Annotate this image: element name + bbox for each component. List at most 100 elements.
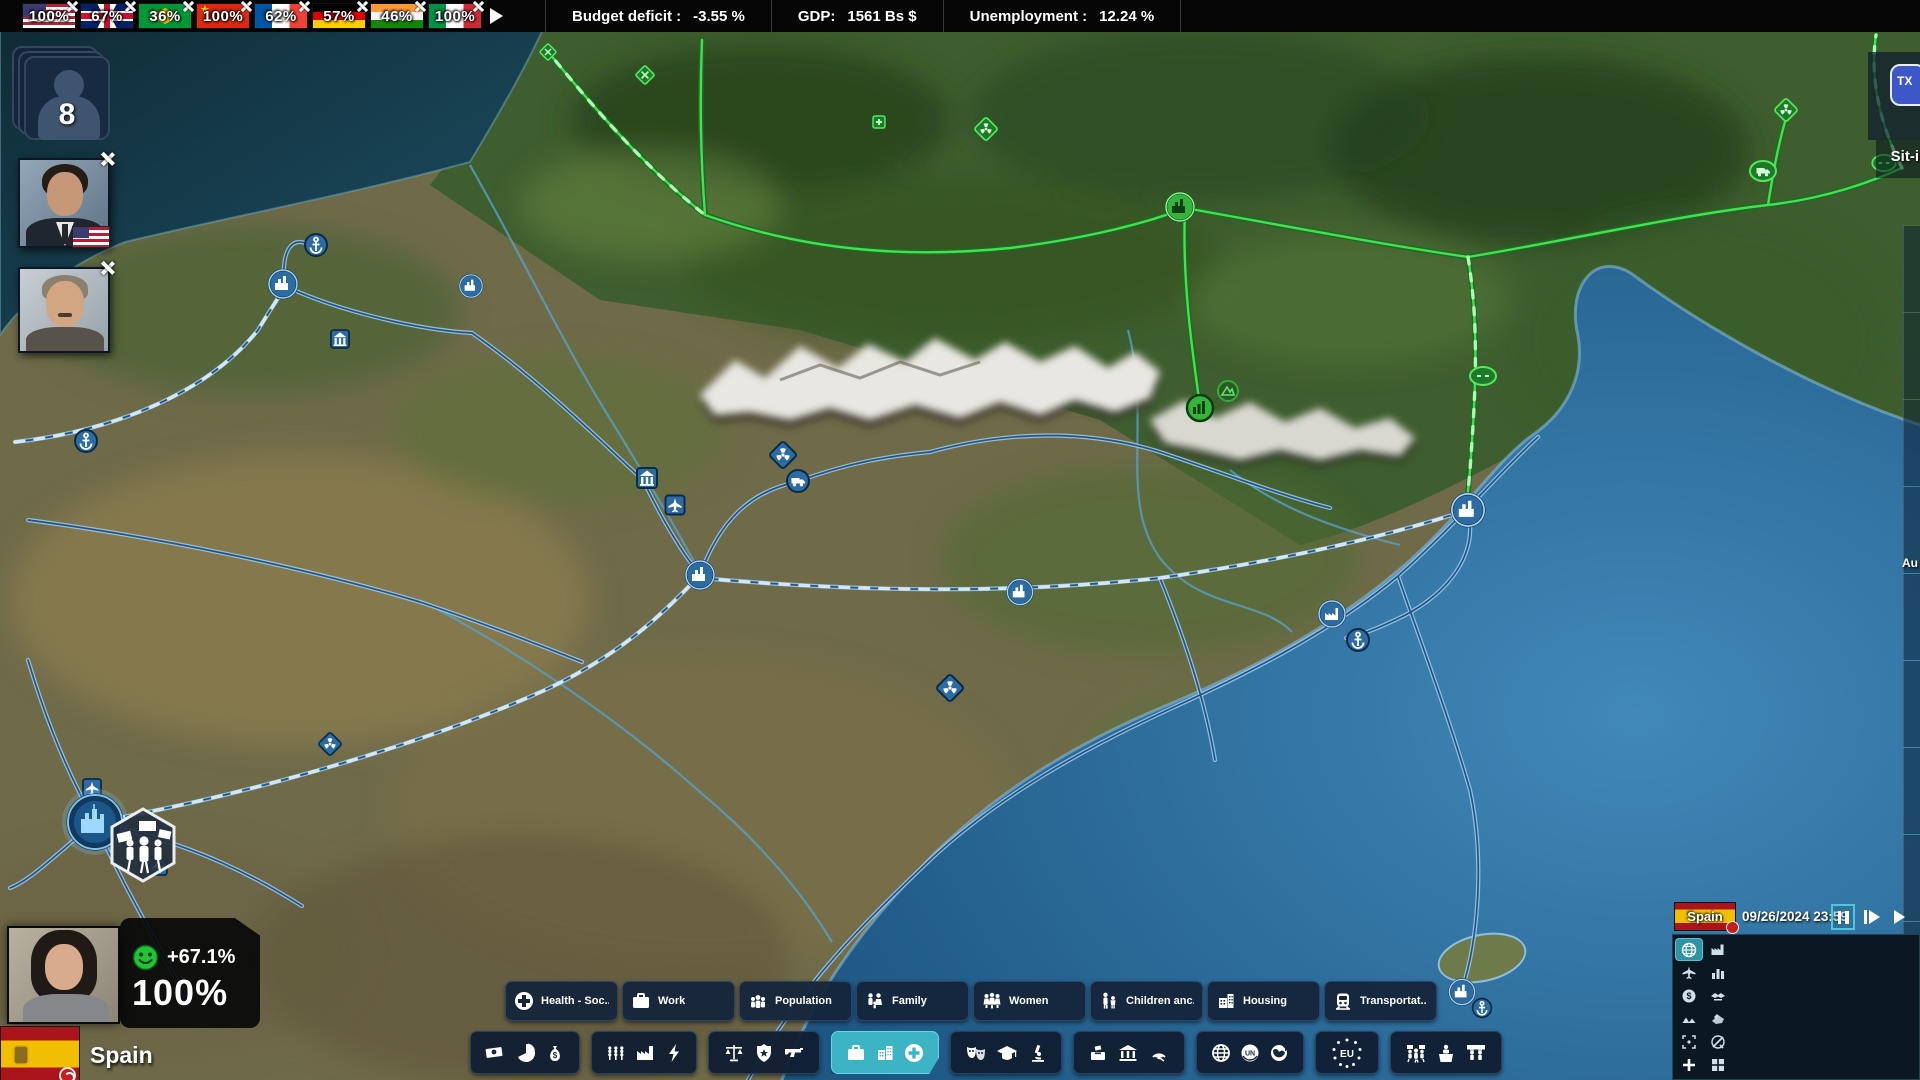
tab-women[interactable]: Women <box>973 981 1086 1021</box>
play-speed-button[interactable] <box>1894 904 1905 930</box>
layer-globe-button[interactable] <box>1676 939 1702 960</box>
map-anchor-port[interactable] <box>75 430 97 452</box>
layer-military-button[interactable] <box>1676 1008 1702 1029</box>
flag-china[interactable]: 100% <box>196 3 250 29</box>
map-transport-node[interactable] <box>787 470 809 492</box>
group-industry-energy[interactable] <box>591 1031 697 1074</box>
country-button-label: Spain <box>1675 909 1735 924</box>
flag-uk[interactable]: 67% <box>80 3 134 29</box>
map-plus-green[interactable] <box>873 116 885 128</box>
frame-select-button[interactable] <box>1676 1031 1702 1052</box>
close-icon[interactable] <box>66 0 78 12</box>
map-anchor-port[interactable] <box>305 234 327 256</box>
briefcase-icon <box>631 991 651 1011</box>
map-city-node[interactable] <box>460 275 482 297</box>
world-map[interactable] <box>0 0 1920 1080</box>
group-foreign-affairs[interactable]: UN <box>1196 1031 1304 1074</box>
close-icon[interactable] <box>414 0 426 12</box>
advisor-portrait-us[interactable] <box>18 158 110 248</box>
tab-transportation[interactable]: Transportat.. <box>1324 981 1437 1021</box>
flag-france[interactable]: 62% <box>254 3 308 29</box>
close-icon[interactable] <box>100 260 115 275</box>
group-social-movements[interactable] <box>1390 1031 1502 1074</box>
map-city-node[interactable] <box>686 561 714 589</box>
portrait-mustache <box>58 313 72 317</box>
player-portrait[interactable] <box>7 926 120 1024</box>
flag-usa[interactable]: 100% <box>22 3 76 29</box>
environment-globe-icon <box>1269 1043 1289 1063</box>
map-city-node[interactable] <box>269 270 297 298</box>
notification-badge-icon[interactable] <box>59 1067 76 1080</box>
layer-diplomacy-button[interactable] <box>1705 1008 1731 1029</box>
people-group-icon <box>748 991 768 1011</box>
draw-tool-button[interactable] <box>1705 1031 1731 1052</box>
tab-health-social[interactable]: Health - Soc.. <box>505 981 618 1021</box>
tab-family[interactable]: Family <box>856 981 969 1021</box>
flag-india[interactable]: 46% <box>370 3 424 29</box>
map-rail-node-green[interactable] <box>1470 367 1496 385</box>
map-city-node[interactable] <box>1452 494 1484 526</box>
portrait-blazer <box>23 994 109 1024</box>
layer-industry-button[interactable] <box>1705 939 1731 960</box>
flag-germany[interactable]: 57% <box>312 3 366 29</box>
tab-population[interactable]: Population <box>739 981 852 1021</box>
tab-label: Children anc.. <box>1126 995 1194 1007</box>
layer-economy-button[interactable]: $ <box>1676 985 1702 1006</box>
pending-cards-stack[interactable]: 8 <box>24 56 112 142</box>
group-european-union[interactable]: EU <box>1315 1031 1379 1074</box>
portrait-face <box>47 172 83 216</box>
close-icon[interactable] <box>472 0 484 12</box>
close-icon[interactable] <box>182 0 194 12</box>
layer-statistics-button[interactable] <box>1705 962 1731 983</box>
tab-housing[interactable]: Housing <box>1207 981 1320 1021</box>
map-transport-node-green[interactable] <box>1750 161 1776 181</box>
map-airport[interactable] <box>666 496 685 515</box>
map-stats-node-green[interactable] <box>1187 395 1213 421</box>
add-button[interactable] <box>1676 1054 1702 1075</box>
map-monument[interactable] <box>331 330 349 348</box>
close-icon[interactable] <box>298 0 310 12</box>
pause-button[interactable] <box>1831 904 1855 930</box>
map-anchor-port[interactable] <box>1347 629 1369 651</box>
tab-children[interactable]: Children anc.. <box>1090 981 1203 1021</box>
expand-flags-arrow-icon[interactable] <box>490 8 503 24</box>
map-monument[interactable] <box>637 468 657 488</box>
ministry-tab-bar: Health - Soc.. Work Population Family Wo… <box>505 981 1437 1021</box>
flag-italy[interactable]: 100% <box>428 3 482 29</box>
close-icon[interactable] <box>240 0 252 12</box>
game-screen: 100% 67% 36% 100% 62% 57% 46% 100% Budge… <box>0 0 1920 1080</box>
lightning-bolt-icon <box>666 1043 682 1063</box>
tab-work[interactable]: Work <box>622 981 735 1021</box>
map-factory-node[interactable] <box>1319 601 1345 627</box>
tab-label: Women <box>1009 995 1049 1007</box>
close-icon[interactable] <box>100 151 115 166</box>
grid-view-button[interactable] <box>1705 1054 1731 1075</box>
women-group-icon <box>982 991 1002 1011</box>
group-justice-security[interactable] <box>708 1031 820 1074</box>
gdp-label: GDP: <box>798 8 836 25</box>
country-button-spain[interactable]: Spain <box>1674 902 1736 931</box>
map-mountain-node-green[interactable] <box>1218 381 1238 401</box>
close-icon[interactable] <box>356 0 368 12</box>
svg-text:$: $ <box>1686 991 1691 1001</box>
layer-trade-button[interactable] <box>1705 985 1731 1006</box>
map-anchor-port[interactable] <box>1473 999 1492 1018</box>
group-culture-research[interactable] <box>950 1031 1062 1074</box>
group-institutions-media[interactable] <box>1073 1031 1185 1074</box>
map-city-node-green[interactable] <box>1166 193 1194 221</box>
train-icon <box>1333 991 1353 1011</box>
spain-flag[interactable] <box>0 1026 80 1080</box>
map-city-node[interactable] <box>1007 579 1032 604</box>
usa-flag-badge <box>72 226 110 248</box>
chat-bubble-icon[interactable]: TX <box>1890 64 1920 106</box>
unemployment-stat: Unemployment : 12.24 % <box>944 0 1182 32</box>
step-speed-button[interactable] <box>1864 904 1880 930</box>
layer-transport-button[interactable] <box>1676 962 1702 983</box>
situation-label[interactable]: Sit-i <box>1891 148 1919 165</box>
group-social-selected[interactable] <box>831 1031 939 1074</box>
flag-brazil[interactable]: 36% <box>138 3 192 29</box>
close-icon[interactable] <box>124 0 136 12</box>
group-economy-budget[interactable]: $ <box>470 1031 580 1074</box>
advisor-portrait[interactable] <box>18 267 110 353</box>
map-city-node[interactable] <box>1449 979 1474 1004</box>
